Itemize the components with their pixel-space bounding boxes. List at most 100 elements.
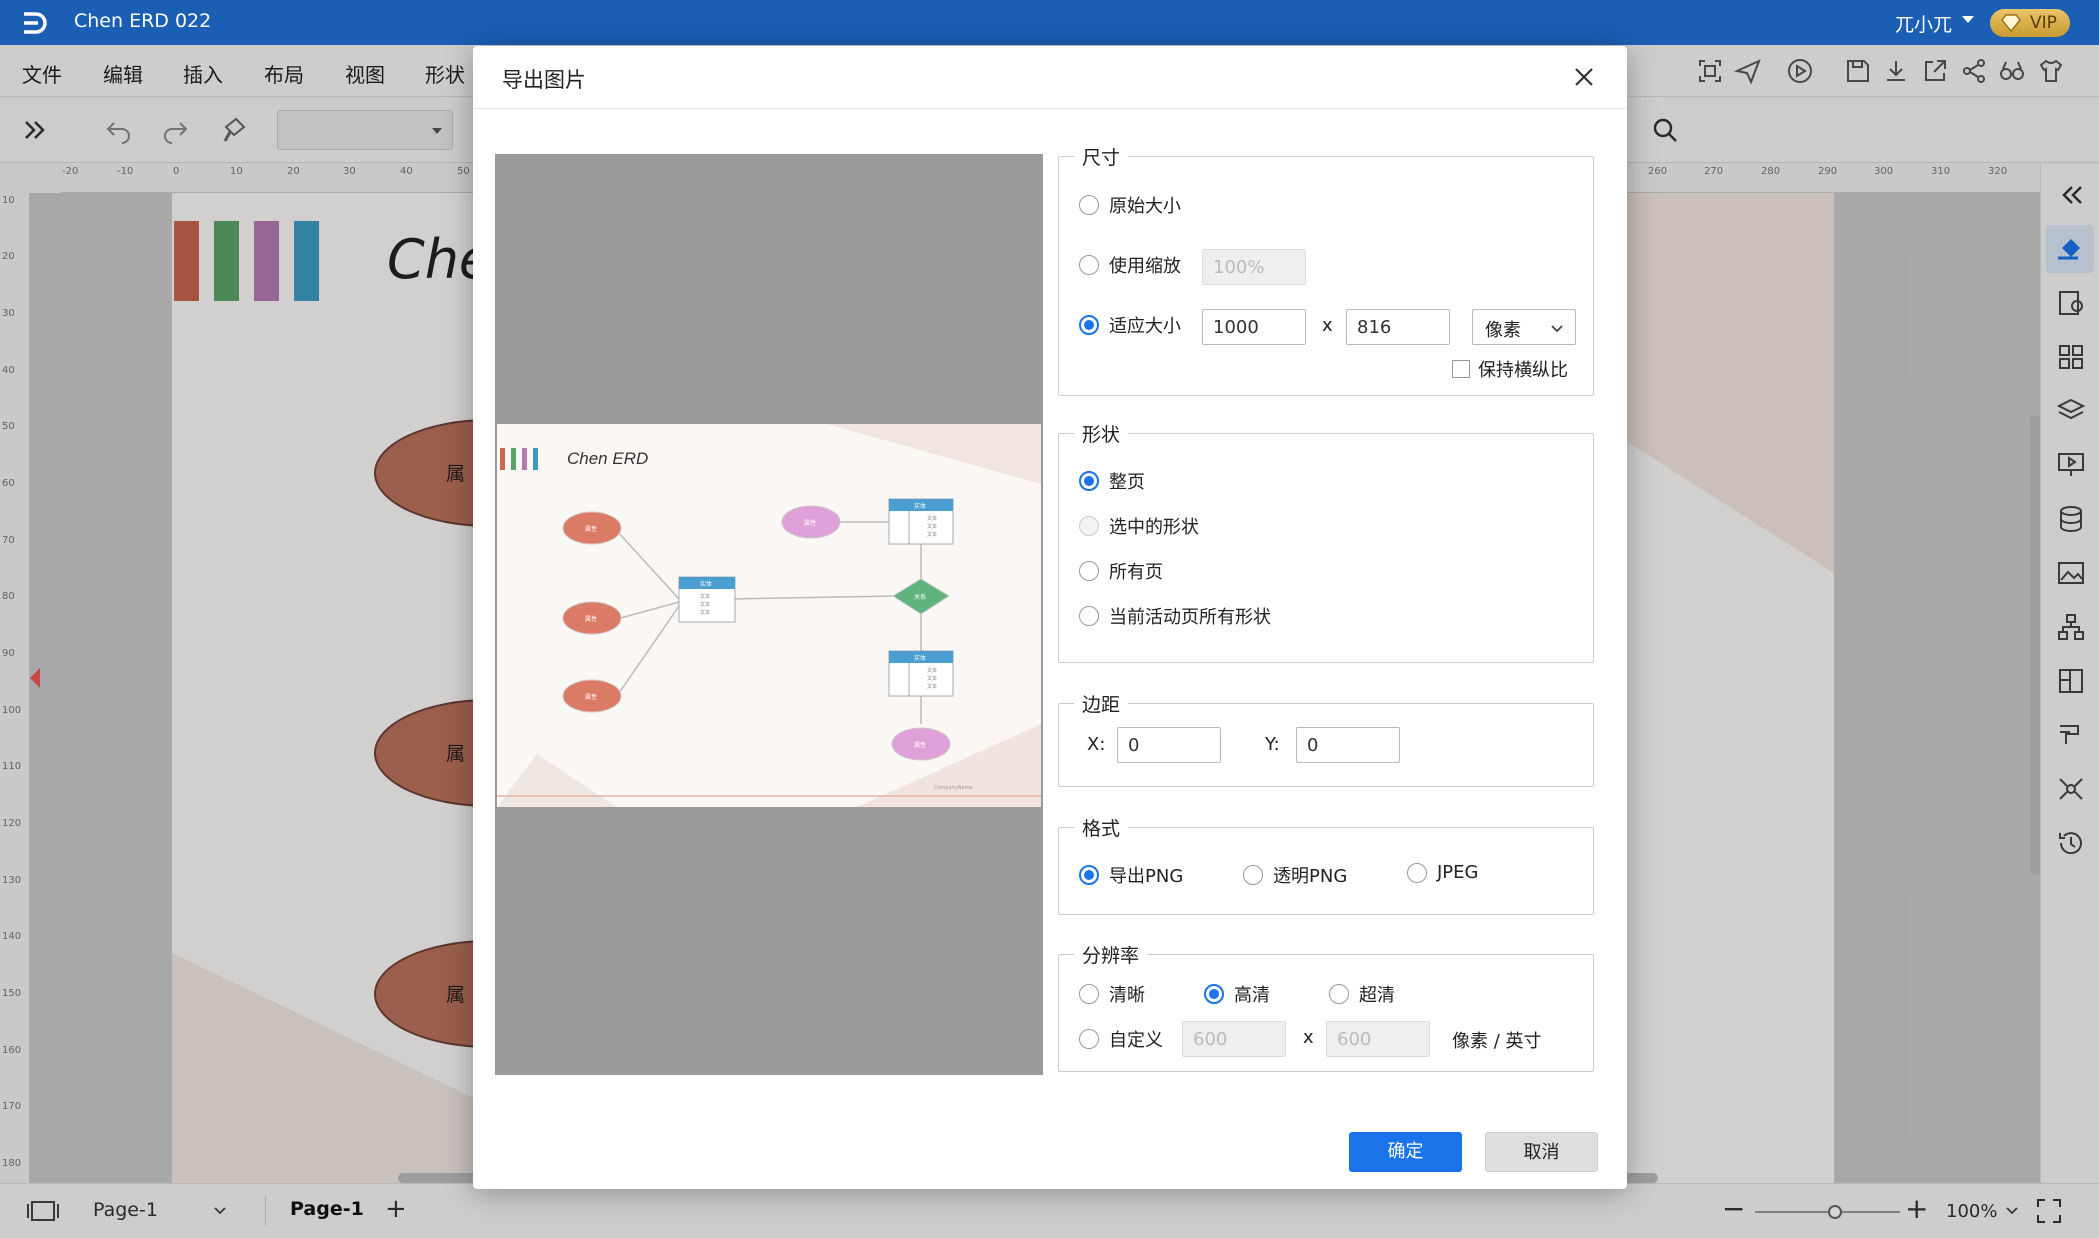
transparent-png-radio[interactable]: 透明PNG: [1243, 862, 1347, 888]
format-group: 格式 导出PNG 透明PNG JPEG: [1058, 814, 1594, 915]
zoom-input: 100%: [1202, 249, 1306, 285]
original-size-label: 原始大小: [1109, 196, 1181, 217]
resolution-legend: 分辨率: [1074, 941, 1148, 968]
all-pages-label: 所有页: [1109, 562, 1163, 583]
active-page-shapes-label: 当前活动页所有形状: [1109, 607, 1271, 628]
custom-height-input: 600: [1326, 1021, 1430, 1057]
preview-title: Chen ERD: [567, 449, 648, 468]
export-image-dialog: 导出图片 Chen ERD 属性 属性 属性 属性 属性 实体 文本 文本 文本…: [473, 46, 1627, 1189]
custom-resolution-radio[interactable]: 自定义: [1079, 1026, 1163, 1052]
user-name[interactable]: 兀小兀: [1895, 10, 1952, 37]
width-input[interactable]: 1000: [1202, 309, 1306, 345]
shape-group: 形状 整页 选中的形状 所有页 当前活动页所有形状: [1058, 420, 1594, 663]
times-sign: x: [1322, 315, 1333, 336]
preview-row-text: 文本: [700, 593, 710, 600]
shape-legend: 形状: [1074, 420, 1129, 447]
export-preview: Chen ERD 属性 属性 属性 属性 属性 实体 文本 文本 文本 实体 文…: [495, 154, 1043, 1075]
chevron-down-icon: [1551, 325, 1563, 333]
transparent-png-label: 透明PNG: [1273, 866, 1348, 887]
whole-page-label: 整页: [1109, 472, 1145, 493]
cancel-button[interactable]: 取消: [1485, 1132, 1598, 1172]
preview-attr-label: 属性: [804, 519, 816, 527]
radio-icon[interactable]: [1079, 984, 1099, 1004]
custom-width-input: 600: [1182, 1021, 1286, 1057]
margin-group: 边距 X: 0 Y: 0: [1058, 690, 1594, 787]
preview-attr-label: 属性: [914, 741, 926, 749]
margin-y-input[interactable]: 0: [1296, 727, 1400, 763]
radio-icon[interactable]: [1079, 606, 1099, 626]
diamond-icon: [2001, 14, 2021, 32]
ultra-hd-radio[interactable]: 超清: [1329, 981, 1395, 1007]
export-png-radio[interactable]: 导出PNG: [1079, 862, 1183, 888]
size-group: 尺寸 原始大小 使用缩放 100% 适应大小 1000 x 816 像素 保持横…: [1058, 143, 1594, 396]
vip-label: VIP: [2030, 13, 2057, 33]
height-input[interactable]: 816: [1346, 309, 1450, 345]
preview-attr-label: 属性: [585, 615, 597, 623]
preview-row-text: 文本: [927, 523, 937, 530]
ultra-hd-label: 超清: [1359, 985, 1395, 1006]
radio-icon: [1079, 516, 1099, 536]
app-logo-icon[interactable]: [18, 6, 52, 40]
title-bar: Chen ERD 022 兀小兀 VIP: [0, 0, 2099, 45]
active-page-shapes-radio[interactable]: 当前活动页所有形状: [1079, 603, 1271, 629]
resolution-group: 分辨率 清晰 高清 超清 自定义 600 x 600 像素 / 英寸: [1058, 941, 1594, 1072]
radio-icon[interactable]: [1204, 984, 1224, 1004]
times-sign: x: [1303, 1027, 1314, 1048]
use-zoom-label: 使用缩放: [1109, 256, 1181, 277]
margin-x-label: X:: [1087, 734, 1106, 755]
use-zoom-radio[interactable]: 使用缩放: [1079, 252, 1181, 278]
whole-page-radio[interactable]: 整页: [1079, 468, 1145, 494]
checkbox-icon[interactable]: [1452, 360, 1470, 378]
selected-shapes-label: 选中的形状: [1109, 517, 1199, 538]
preview-relation-label: 关系: [914, 593, 926, 601]
radio-icon[interactable]: [1079, 315, 1099, 335]
format-legend: 格式: [1074, 814, 1129, 841]
keep-ratio-label: 保持横纵比: [1478, 360, 1568, 381]
preview-entity-label: 实体: [914, 502, 926, 510]
preview-row-text: 文本: [700, 609, 710, 616]
radio-icon[interactable]: [1243, 865, 1263, 885]
preview-row-text: 文本: [927, 683, 937, 690]
all-pages-radio[interactable]: 所有页: [1079, 558, 1163, 584]
preview-footer: CompanyName: [934, 785, 973, 791]
radio-icon[interactable]: [1329, 984, 1349, 1004]
document-title: Chen ERD 022: [74, 10, 212, 32]
original-size-radio[interactable]: 原始大小: [1079, 192, 1181, 218]
unit-select-value: 像素: [1485, 320, 1521, 341]
radio-icon[interactable]: [1079, 1029, 1099, 1049]
hd-radio[interactable]: 高清: [1204, 981, 1270, 1007]
custom-resolution-label: 自定义: [1109, 1030, 1163, 1051]
margin-x-input[interactable]: 0: [1117, 727, 1221, 763]
preview-entity-label: 实体: [700, 580, 712, 588]
hd-label: 高清: [1234, 985, 1270, 1006]
preview-attr-label: 属性: [585, 693, 597, 701]
margin-y-label: Y:: [1265, 734, 1280, 755]
selected-shapes-radio: 选中的形状: [1079, 513, 1199, 539]
dialog-title: 导出图片: [502, 68, 586, 92]
radio-icon[interactable]: [1079, 865, 1099, 885]
radio-icon[interactable]: [1079, 561, 1099, 581]
user-menu-caret-icon[interactable]: [1962, 16, 1974, 23]
confirm-button[interactable]: 确定: [1349, 1132, 1462, 1172]
preview-row-text: 文本: [927, 675, 937, 682]
unit-select[interactable]: 像素: [1472, 309, 1576, 345]
preview-thumbnail: Chen ERD 属性 属性 属性 属性 属性 实体 文本 文本 文本 实体 文…: [497, 424, 1041, 807]
preview-entity-label: 实体: [914, 654, 926, 662]
fit-size-radio[interactable]: 适应大小: [1079, 312, 1181, 338]
margin-legend: 边距: [1074, 690, 1129, 717]
keep-ratio-checkbox[interactable]: 保持横纵比: [1452, 356, 1568, 382]
fit-size-label: 适应大小: [1109, 316, 1181, 337]
preview-row-text: 文本: [700, 601, 710, 608]
radio-icon[interactable]: [1079, 195, 1099, 215]
radio-icon[interactable]: [1079, 471, 1099, 491]
clear-radio[interactable]: 清晰: [1079, 981, 1145, 1007]
close-icon[interactable]: [1573, 66, 1595, 88]
preview-row-text: 文本: [927, 515, 937, 522]
vip-badge[interactable]: VIP: [1990, 9, 2070, 37]
radio-icon[interactable]: [1079, 255, 1099, 275]
preview-row-text: 文本: [927, 531, 937, 538]
radio-icon[interactable]: [1407, 862, 1427, 883]
size-legend: 尺寸: [1074, 143, 1129, 170]
dialog-header: 导出图片: [473, 46, 1627, 109]
jpeg-radio[interactable]: JPEG: [1407, 862, 1478, 883]
